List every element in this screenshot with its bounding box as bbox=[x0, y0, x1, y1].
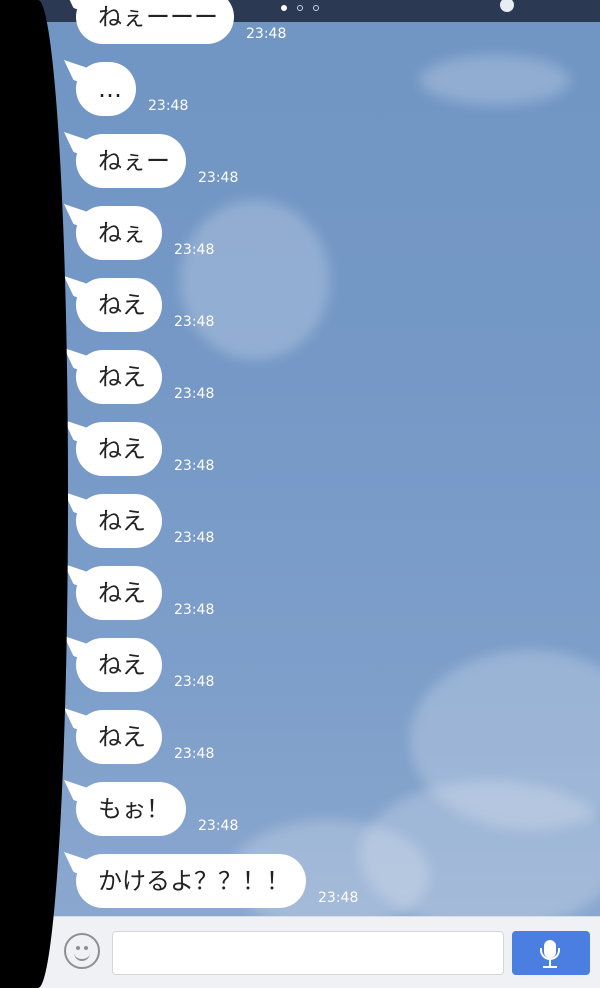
page-dot bbox=[297, 5, 303, 11]
microphone-button[interactable] bbox=[512, 931, 590, 975]
message-time: 23:48 bbox=[198, 170, 239, 186]
page-dot-active bbox=[281, 5, 287, 11]
message-bubble: もぉ！ bbox=[76, 782, 186, 836]
message-time: 23:48 bbox=[246, 26, 287, 42]
message-time: 23:48 bbox=[318, 890, 359, 906]
message-time: 23:48 bbox=[174, 242, 215, 258]
message-bubble: ねぇー bbox=[76, 134, 186, 188]
message-time: 23:48 bbox=[174, 458, 215, 474]
message-bubble: … bbox=[76, 62, 136, 116]
message-bubble: ねえ bbox=[76, 566, 162, 620]
message-time: 23:48 bbox=[174, 602, 215, 618]
message-time: 23:48 bbox=[198, 818, 239, 834]
message-time: 23:48 bbox=[148, 98, 189, 114]
message-bubble: ねえ bbox=[76, 350, 162, 404]
message-time: 23:48 bbox=[174, 314, 215, 330]
message-input-bar bbox=[0, 916, 600, 988]
page-dot bbox=[313, 5, 319, 11]
message-bubble: ねえ bbox=[76, 494, 162, 548]
smiley-icon[interactable] bbox=[64, 933, 100, 969]
message-time: 23:48 bbox=[174, 746, 215, 762]
message-time: 23:48 bbox=[174, 386, 215, 402]
message-bubble: ねぇ bbox=[76, 206, 162, 260]
message-bubble: ねぇーーー bbox=[76, 0, 234, 44]
message-input[interactable] bbox=[112, 931, 504, 975]
redaction-mask bbox=[0, 0, 68, 988]
message-bubble: ねえ bbox=[76, 638, 162, 692]
message-bubble: ねえ bbox=[76, 710, 162, 764]
message-time: 23:48 bbox=[174, 530, 215, 546]
message-time: 23:48 bbox=[174, 674, 215, 690]
message-bubble: ねえ bbox=[76, 422, 162, 476]
message-bubble: かけるよ？？！！ bbox=[76, 854, 306, 908]
message-bubble: ねえ bbox=[76, 278, 162, 332]
smiley-mouth bbox=[74, 947, 90, 961]
